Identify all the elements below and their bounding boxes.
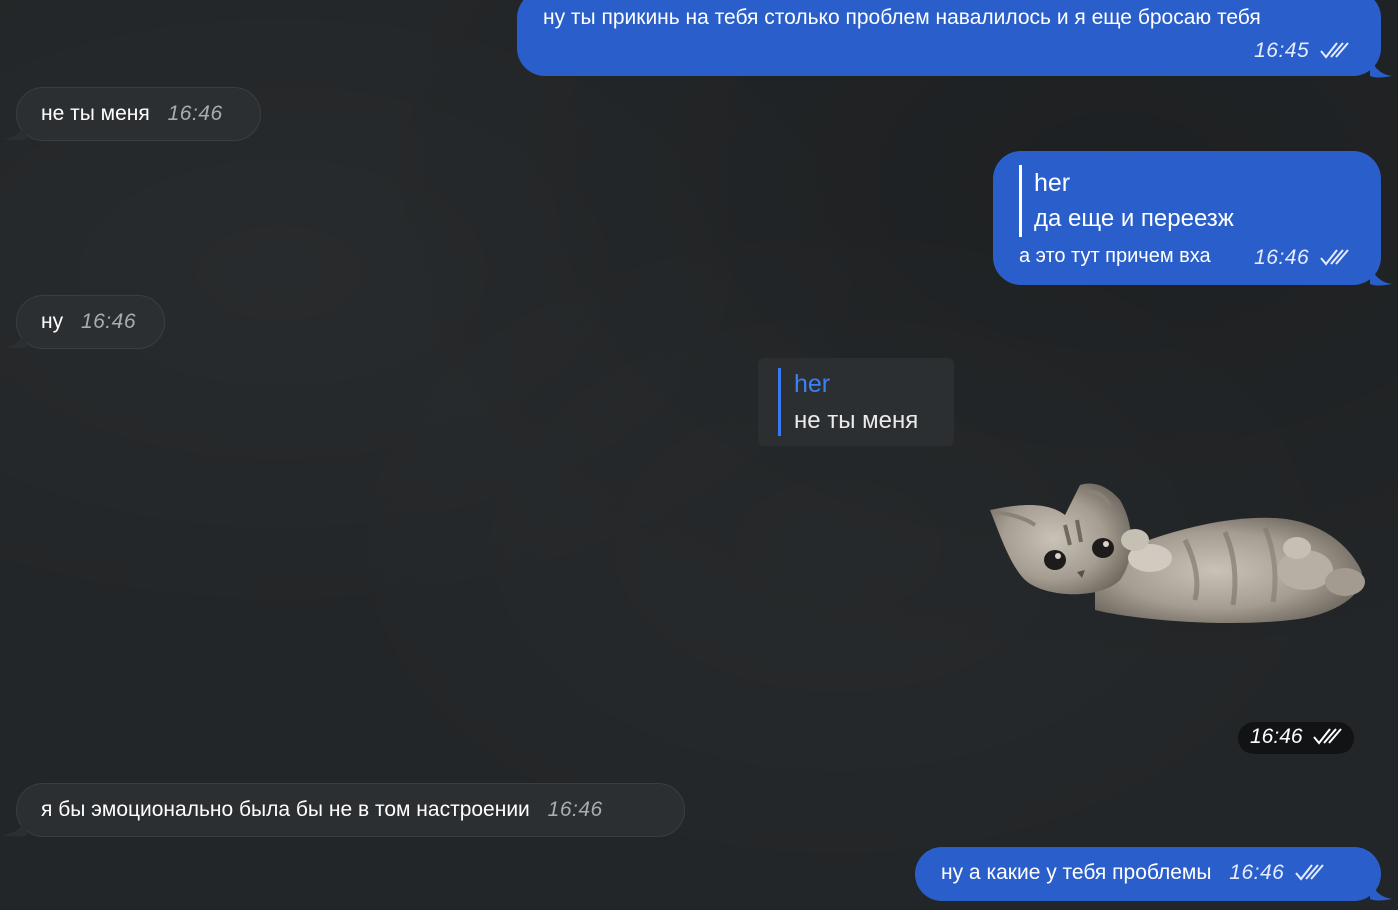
message-incoming[interactable]: ну 16:46 xyxy=(16,295,165,349)
bubble-tail xyxy=(3,815,27,837)
kitten-sticker[interactable] xyxy=(985,470,1375,630)
double-check-icon xyxy=(1295,864,1324,881)
reply-author: her xyxy=(794,370,831,398)
reply-text: не ты меня xyxy=(794,407,919,434)
message-text: ну а какие у тебя проблемы xyxy=(941,861,1212,884)
sticker-time-badge: 16:46 xyxy=(1238,722,1354,754)
message-time: 16:46 xyxy=(167,102,223,125)
double-check-icon xyxy=(1320,42,1349,59)
message-time: 16:46 xyxy=(1254,246,1310,269)
bubble-tail xyxy=(1370,56,1392,78)
reply-author: her xyxy=(1034,169,1071,197)
bubble-tail xyxy=(3,327,27,349)
bubble-tail xyxy=(1370,264,1392,286)
message-text: ну xyxy=(41,310,64,333)
message-outgoing[interactable]: ну а какие у тебя проблемы 16:46 xyxy=(915,847,1381,901)
message-text: ну ты прикинь на тебя столько проблем на… xyxy=(543,6,1261,29)
message-time: 16:46 xyxy=(80,310,137,333)
message-outgoing-reply[interactable]: her да еще и переезж а это тут причем вх… xyxy=(993,151,1381,285)
bubble-tail xyxy=(1370,879,1392,901)
message-time: 16:45 xyxy=(1254,39,1310,62)
reply-accent-bar xyxy=(778,368,781,436)
message-text: а это тут причем вха xyxy=(1019,245,1211,267)
reply-preview-card[interactable]: her не ты меня xyxy=(758,358,954,446)
reply-quote[interactable]: her да еще и переезж xyxy=(1019,165,1381,237)
double-check-icon xyxy=(1313,728,1343,745)
double-check-icon xyxy=(1320,249,1349,266)
message-time: 16:46 xyxy=(1229,861,1285,884)
message-time: 16:46 xyxy=(1250,725,1303,748)
message-incoming[interactable]: не ты меня 16:46 xyxy=(16,87,261,141)
message-text: не ты меня xyxy=(41,102,150,125)
message-incoming[interactable]: я бы эмоционально была бы не в том настр… xyxy=(16,783,685,837)
bubble-tail xyxy=(3,119,27,141)
message-outgoing[interactable]: ну ты прикинь на тебя столько проблем на… xyxy=(517,0,1381,76)
reply-text: да еще и переезж xyxy=(1034,205,1234,232)
message-time: 16:46 xyxy=(547,798,603,821)
message-text: я бы эмоционально была бы не в том настр… xyxy=(41,798,530,821)
